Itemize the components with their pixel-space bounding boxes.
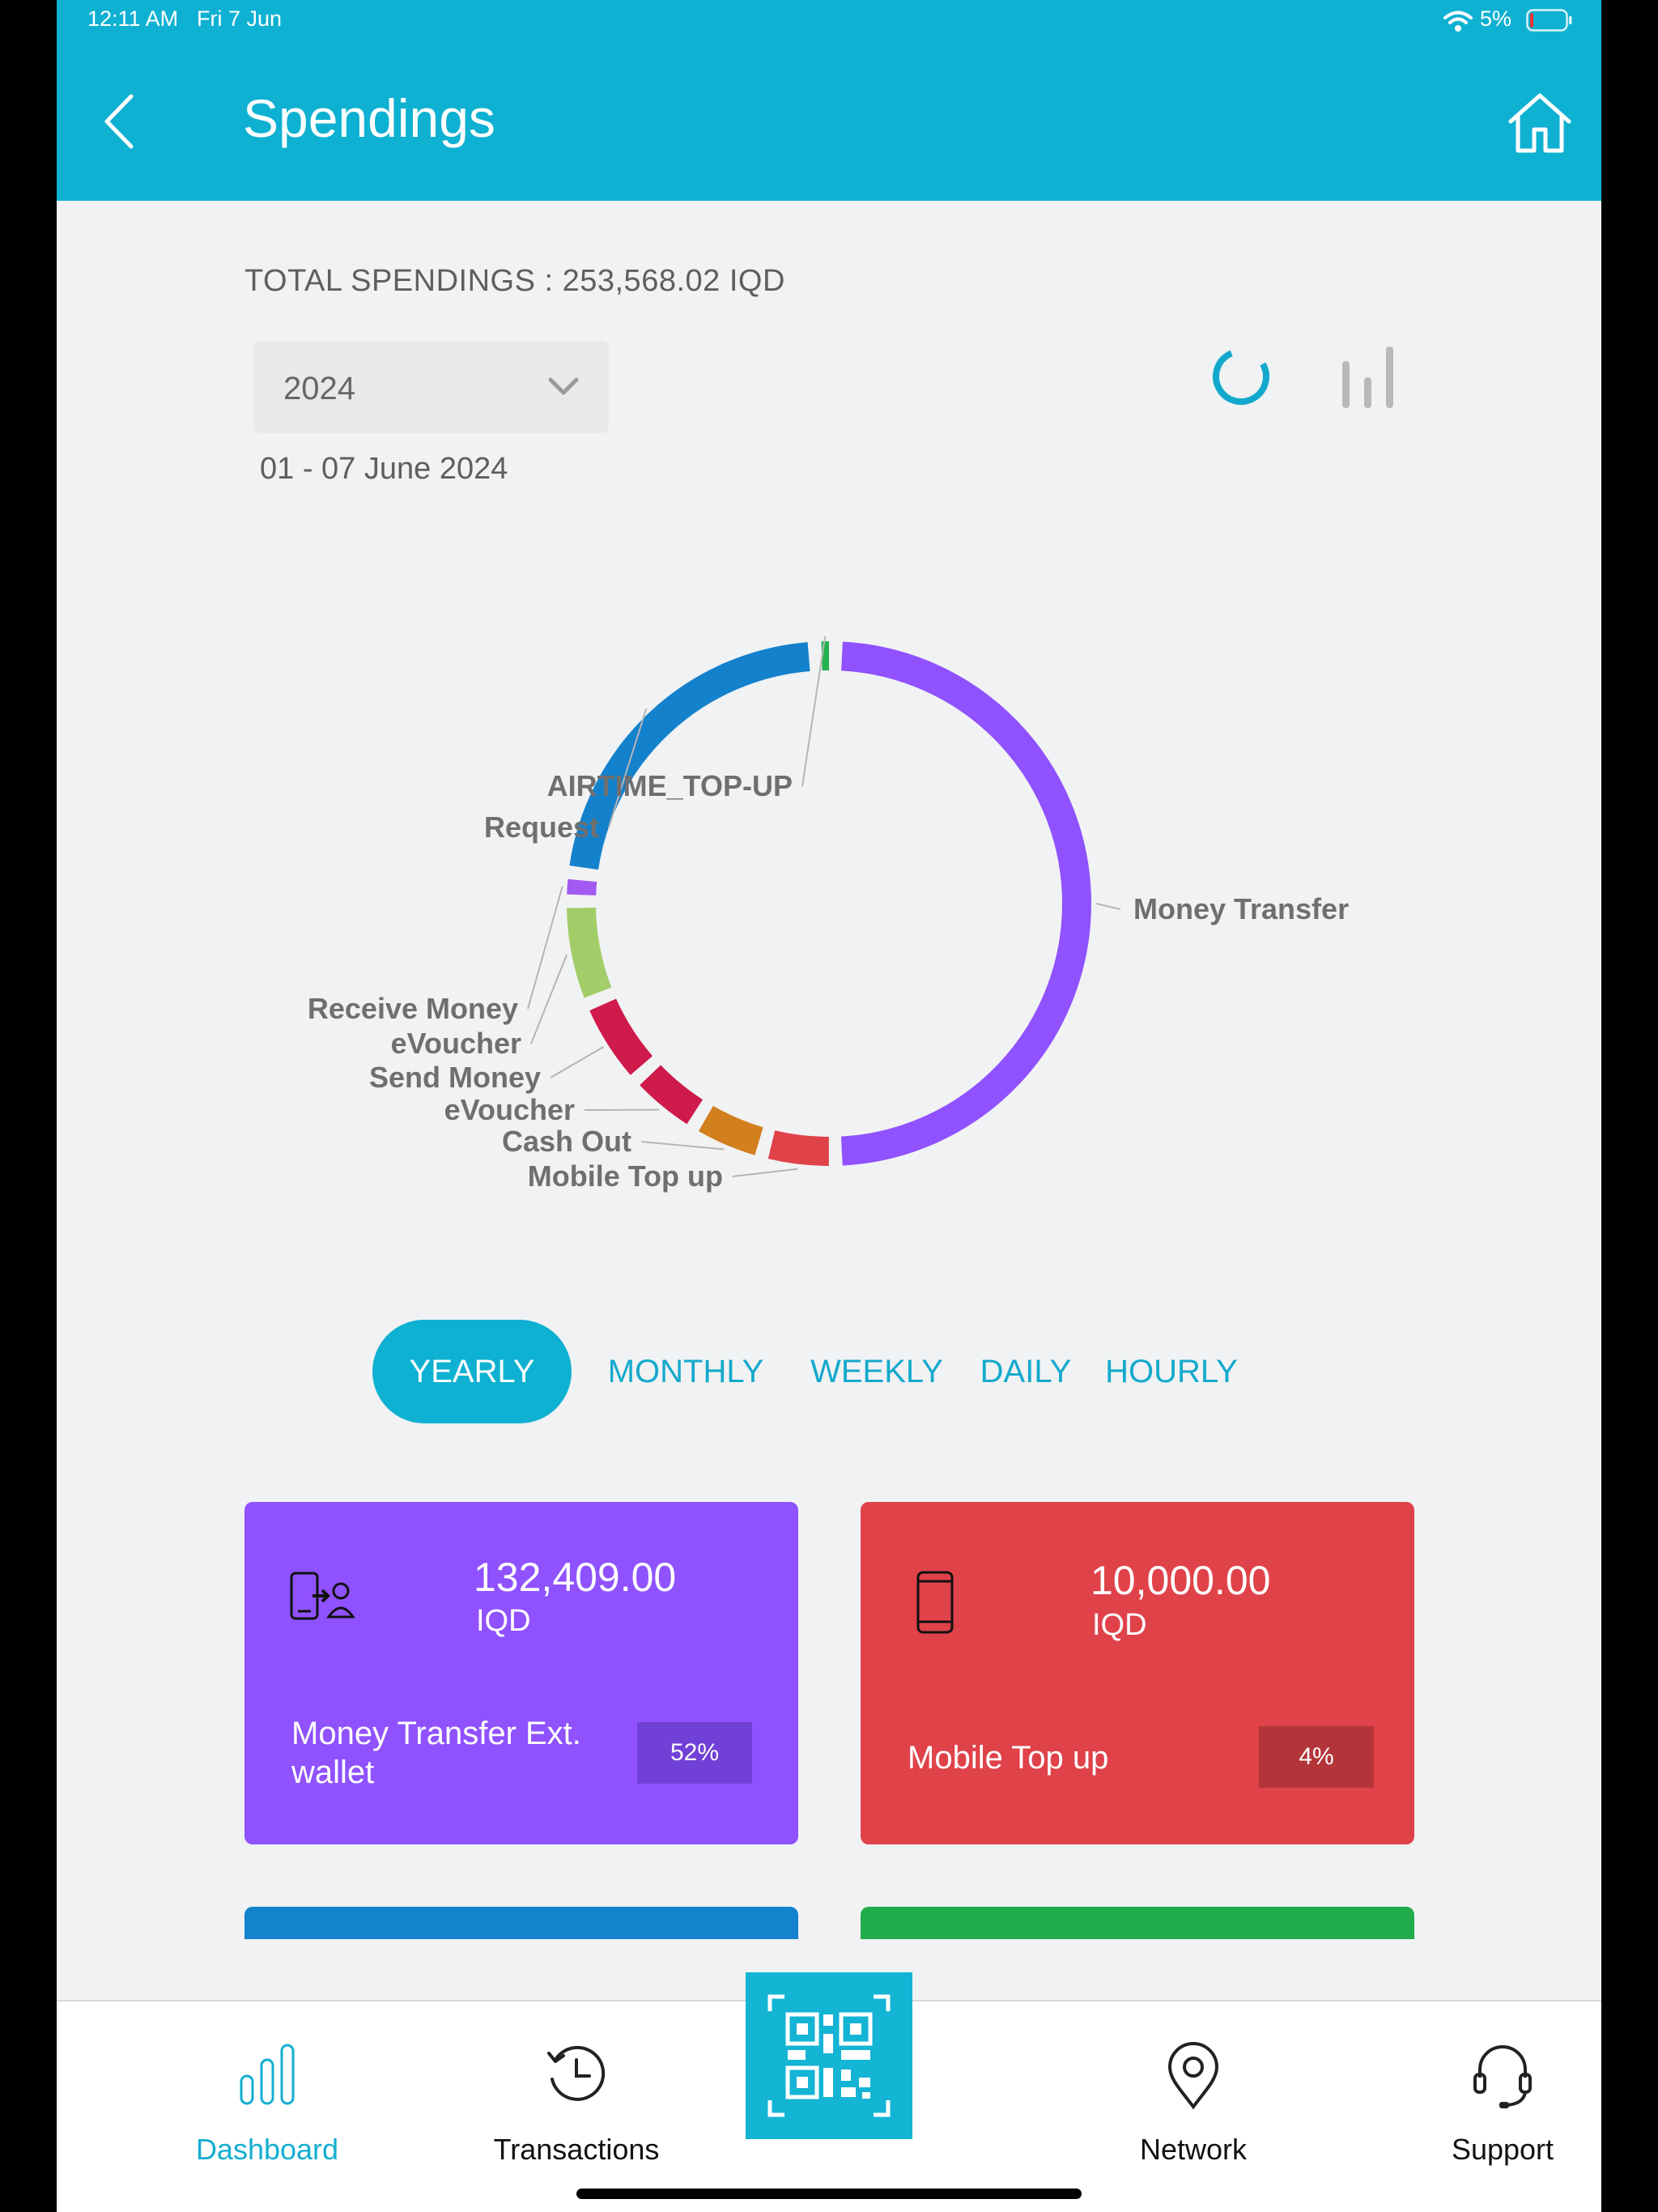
donut-chart-toggle[interactable] [1206, 342, 1276, 411]
page-title: Spendings [243, 88, 495, 148]
spending-card-partial[interactable] [244, 1907, 798, 1939]
slice-label: Receive Money [308, 992, 518, 1025]
battery-icon [1526, 8, 1573, 36]
bar-chart-toggle[interactable] [1334, 342, 1402, 411]
chevron-down-icon [548, 377, 579, 395]
date-range: 01 - 07 June 2024 [260, 452, 508, 486]
card-amount: 132,409.00 [474, 1555, 677, 1600]
bar-chart-icon [1342, 347, 1393, 408]
slice-label: AIRTIME_TOP-UP [547, 769, 793, 802]
slice-label: eVoucher [391, 1027, 521, 1060]
qr-scan-button[interactable] [746, 1972, 912, 2139]
nav-transactions[interactable]: Transactions [455, 2001, 698, 2166]
slice-label: Money Transfer [1133, 892, 1349, 925]
year-dropdown-value: 2024 [283, 371, 355, 406]
card-currency: IQD [476, 1604, 531, 1638]
nav-transactions-label: Transactions [493, 2133, 660, 2166]
donut-slice [567, 878, 597, 896]
status-time: 12:11 AM [87, 6, 179, 31]
home-icon [1508, 93, 1571, 153]
app-header: 12:11 AM Fri 7 Jun 5% Spendings [57, 0, 1601, 201]
card-currency: IQD [1092, 1608, 1147, 1642]
nav-network-label: Network [1139, 2133, 1248, 2166]
nav-dashboard-label: Dashboard [195, 2133, 339, 2166]
leader-line [550, 1046, 605, 1078]
tab-weekly[interactable]: WEEKLY [810, 1320, 943, 1423]
card-percent-badge: 4% [1259, 1726, 1374, 1788]
back-button[interactable] [89, 85, 154, 158]
status-date: Fri 7 Jun [197, 6, 283, 31]
tab-daily[interactable]: DAILY [978, 1320, 1073, 1423]
card-name: Money Transfer Ext. wallet [291, 1716, 581, 1790]
qr-code-icon [767, 1994, 891, 2117]
nav-support[interactable]: Support [1381, 2001, 1601, 2166]
year-dropdown[interactable]: 2024 [254, 341, 609, 433]
nav-network[interactable]: Network [1072, 2001, 1315, 2166]
money-transfer-icon [290, 1572, 355, 1620]
home-button[interactable] [1506, 89, 1574, 157]
spending-card-partial[interactable] [861, 1907, 1414, 1939]
donut-slice [569, 642, 810, 870]
nav-dashboard[interactable]: Dashboard [146, 2001, 389, 2166]
donut-slice [567, 907, 612, 998]
tab-yearly[interactable]: YEARLY [372, 1320, 572, 1423]
battery-percent: 5% [1480, 6, 1512, 31]
donut-slice [640, 1065, 704, 1125]
slice-label: eVoucher [444, 1093, 575, 1126]
donut-slice [767, 1130, 830, 1166]
spending-card-mobile-top-up[interactable]: 10,000.00 IQD Mobile Top up 4% [861, 1502, 1414, 1844]
donut-slice [589, 998, 653, 1075]
spending-donut-chart: Money TransferMobile Top upCash OuteVouc… [308, 636, 1349, 1193]
leader-line [530, 954, 568, 1044]
slice-label: Send Money [369, 1061, 541, 1094]
home-indicator [576, 2189, 1082, 2199]
total-spendings: TOTAL SPENDINGS : 253,568.02 IQD [244, 264, 785, 298]
history-icon [547, 2045, 606, 2101]
dashboard-icon [240, 2044, 295, 2105]
spending-card-money-transfer[interactable]: 132,409.00 IQD Money Transfer Ext. walle… [244, 1502, 798, 1844]
nav-support-label: Support [1451, 2133, 1554, 2166]
mobile-phone-icon [916, 1571, 954, 1634]
leader-line [640, 1141, 725, 1151]
slice-label: Mobile Top up [528, 1159, 723, 1193]
leader-line [732, 1168, 798, 1177]
donut-slice [840, 641, 1091, 1166]
slice-label: Request [484, 810, 599, 844]
location-pin-icon [1167, 2042, 1219, 2110]
donut-chart-icon [1213, 348, 1269, 405]
tab-monthly[interactable]: MONTHLY [602, 1320, 769, 1423]
headset-icon [1473, 2045, 1532, 2108]
card-amount: 10,000.00 [1090, 1558, 1271, 1603]
chevron-left-icon [104, 94, 134, 149]
tab-hourly[interactable]: HOURLY [1103, 1320, 1240, 1423]
donut-slice [698, 1105, 763, 1155]
card-name: Mobile Top up [908, 1740, 1109, 1776]
slice-label: Cash Out [502, 1125, 631, 1158]
wifi-icon [1443, 10, 1473, 36]
card-percent-badge: 52% [637, 1722, 752, 1784]
leader-line [1095, 903, 1121, 910]
spendings-screen: 12:11 AM Fri 7 Jun 5% Spendings TOTAL SP… [57, 0, 1601, 2212]
leader-line [527, 886, 563, 1010]
